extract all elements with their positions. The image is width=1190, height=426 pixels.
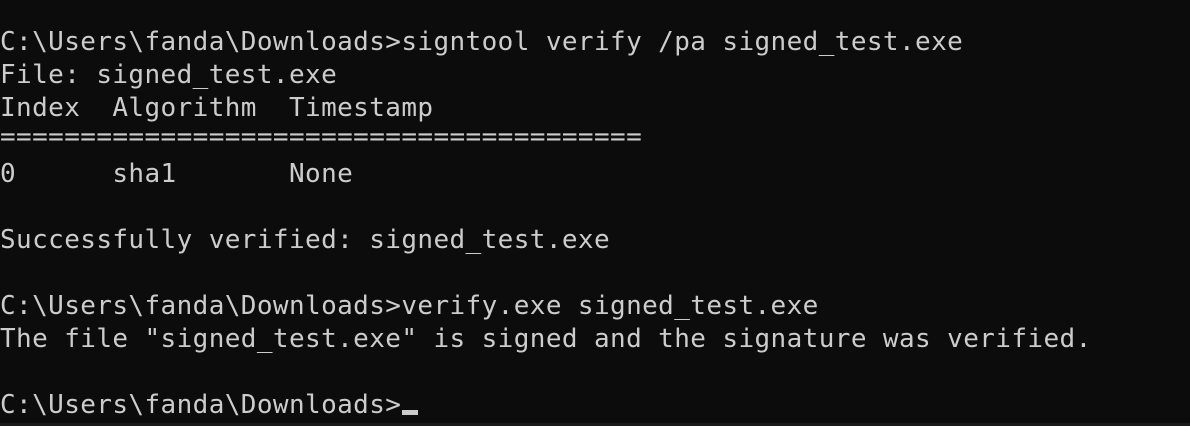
verify-output-line: The file "signed_test.exe" is signed and…	[0, 324, 1092, 354]
table-row: 0 sha1 None	[0, 159, 354, 189]
output-file-line: File: signed_test.exe	[0, 60, 338, 90]
text-cursor	[402, 410, 419, 415]
verification-success-line: Successfully verified: signed_test.exe	[0, 225, 611, 255]
command-line-verify: C:\Users\fanda\Downloads>verify.exe sign…	[0, 291, 819, 321]
prompt-line[interactable]: C:\Users\fanda\Downloads>	[0, 389, 419, 422]
prompt-text: C:\Users\fanda\Downloads>	[0, 390, 402, 420]
console-window[interactable]: C:\Users\fanda\Downloads>signtool verify…	[0, 0, 1190, 426]
command-line-signtool: C:\Users\fanda\Downloads>signtool verify…	[0, 27, 964, 57]
table-separator: ========================================	[0, 122, 643, 152]
